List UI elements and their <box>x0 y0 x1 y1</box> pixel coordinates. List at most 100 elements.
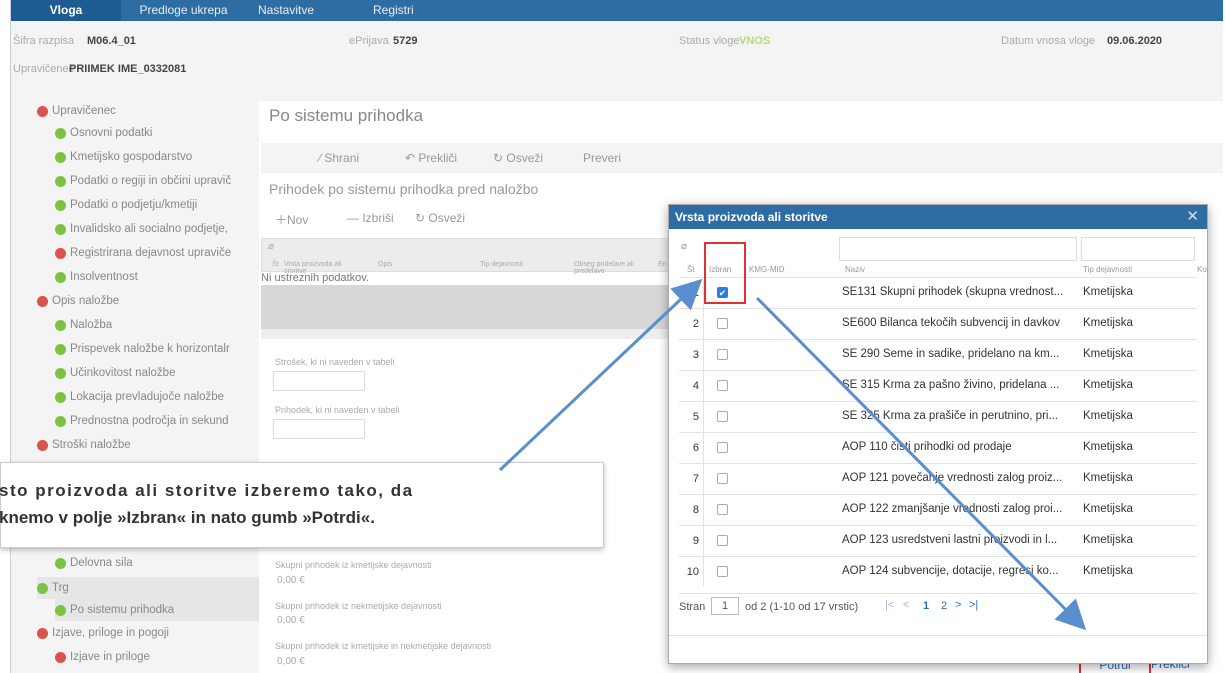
grid-col-st[interactable]: Št <box>272 261 279 268</box>
close-icon[interactable]: ✕ <box>1186 205 1199 229</box>
tab-vloga[interactable]: Vloga <box>11 0 121 21</box>
field-strosek-label: Strošek, ki ni naveden v tabeli <box>275 357 395 367</box>
prev-page-icon[interactable]: < <box>903 599 909 611</box>
grid-col-obseg[interactable]: Obseg pridelave ali predelave <box>574 261 654 275</box>
col-tip[interactable]: Tip dejavnosti <box>1083 265 1132 274</box>
status-ok-icon <box>55 175 66 187</box>
first-page-icon[interactable]: |< <box>885 599 894 611</box>
sidebar-item-ucinkovitost-nalozbe[interactable]: Učinkovitost naložbe <box>55 367 175 379</box>
sidebar-item-insolventnost[interactable]: Insolventnost <box>55 271 138 283</box>
next-page-icon[interactable]: > <box>955 599 961 611</box>
table-row[interactable]: 3 SE 290 Seme in sadike, pridelano na km.… <box>679 339 1197 370</box>
izbran-checkbox[interactable] <box>717 318 728 329</box>
page-number-input[interactable]: 1 <box>711 597 739 615</box>
status-error-icon <box>55 651 66 663</box>
izbran-checkbox[interactable] <box>717 411 728 422</box>
sidebar-item-trg[interactable]: Trg <box>37 577 259 599</box>
status-ok-icon <box>55 151 66 163</box>
table-row[interactable]: 4 SE 315 Krma za pašno živino, pridelana … <box>679 370 1197 401</box>
izbran-highlight-box <box>704 242 746 304</box>
naziv-filter-input[interactable] <box>839 237 1077 261</box>
sum-nekmetijska-label: Skupni prihodek iz nekmetijske dejavnost… <box>275 601 442 611</box>
cancel-button[interactable]: ↶ Prekliči <box>405 151 457 165</box>
validate-button[interactable]: Preveri <box>583 151 621 165</box>
table-row[interactable]: 1 ✔ SE131 Skupni prihodek (skupna vrednost… <box>679 277 1197 308</box>
annotation-callout: sto proizvoda ali storitve izberemo tako… <box>0 462 604 548</box>
field-prihodek-input[interactable] <box>273 419 365 439</box>
grid-header: ⌀ Št Vrsta proizvoda ali storitve Opis T… <box>261 238 671 275</box>
grid-col-enota[interactable]: En <box>658 261 667 268</box>
status-ok-icon <box>55 557 66 569</box>
izbran-checkbox[interactable] <box>717 380 728 391</box>
table-row[interactable]: 10 AOP 124 subvencije, dotacije, regresi … <box>679 556 1197 587</box>
col-kmg-mid[interactable]: KMG-MID <box>749 265 785 274</box>
col-kol[interactable]: Kol <box>1197 265 1207 274</box>
save-button[interactable]: ∕ Shrani <box>319 151 359 165</box>
grid-refresh-button[interactable]: ↻ Osveži <box>415 211 465 225</box>
sidebar-item-izjave-priloge-pogoji[interactable]: Izjave, priloge in pogoji <box>37 627 169 639</box>
sum-kmetijska-value: 0,00 € <box>277 575 305 586</box>
datum-value: 09.06.2020 <box>1107 35 1163 47</box>
sidebar-item-podatki-o-regiji[interactable]: Podatki o regiji in občini upravič <box>55 175 259 187</box>
sidebar-item-upravicenec[interactable]: Upravičenec <box>37 105 116 117</box>
sidebar-item-izjave-in-priloge[interactable]: Izjave in priloge <box>55 651 150 663</box>
sidebar-item-nalozba[interactable]: Naložba <box>55 319 112 331</box>
grid-scrollbar[interactable] <box>261 329 681 339</box>
status-error-icon <box>37 105 48 117</box>
annotation-line-1: sto proizvoda ali storitve izberemo tako… <box>0 481 414 500</box>
col-naziv[interactable]: Naziv <box>845 265 865 274</box>
table-row[interactable]: 2 SE600 Bilanca tekočih subvencij in davk… <box>679 308 1197 339</box>
status-ok-icon <box>37 582 48 594</box>
top-navigation: Vloga Predloge ukrepa Nastavitve razpisa… <box>11 0 1223 38</box>
sidebar-item-kmetijsko-gospodarstvo[interactable]: Kmetijsko gospodarstvo <box>55 151 192 163</box>
delete-button[interactable]: — Izbriši <box>347 211 394 225</box>
status-error-icon <box>37 627 48 639</box>
sidebar-item-registrirana-dejavnost[interactable]: Registrirana dejavnost upraviče <box>55 247 259 259</box>
refresh-icon: ↻ <box>493 151 507 165</box>
sidebar-item-lokacija-nalozbe[interactable]: Lokacija prevladujoče naložbe <box>55 391 224 403</box>
field-strosek-input[interactable] <box>273 371 365 391</box>
pagination: Stran 1 od 2 (1-10 od 17 vrstic) |< < 1 … <box>679 593 1197 619</box>
grid-col-opis[interactable]: Opis <box>378 261 392 268</box>
page-2-link[interactable]: 2 <box>941 600 947 612</box>
sidebar-item-prispevek-nalozbe[interactable]: Prispevek naložbe k horizontalr <box>55 343 259 355</box>
main-toolbar: ∕ Shrani ↶ Prekliči ↻ Osveži Preveri <box>261 143 1223 173</box>
izbran-checkbox[interactable] <box>717 442 728 453</box>
col-st[interactable]: Št <box>687 265 695 274</box>
sidebar-item-osnovni-podatki[interactable]: Osnovni podatki <box>55 127 152 139</box>
izbran-checkbox[interactable] <box>717 349 728 360</box>
new-button[interactable]: ＋Nov <box>275 211 308 228</box>
last-page-icon[interactable]: >| <box>969 599 978 611</box>
refresh-button[interactable]: ↻ Osveži <box>493 151 543 165</box>
izbran-checkbox[interactable] <box>717 535 728 546</box>
sidebar-item-prednostna-podrocja[interactable]: Prednostna področja in sekund <box>55 415 259 427</box>
izbran-checkbox[interactable] <box>717 504 728 515</box>
tip-filter-input[interactable] <box>1081 237 1195 261</box>
table-row[interactable]: 6 AOP 110 čisti prihodki od prodaje Kmetij… <box>679 432 1197 463</box>
page-1-link[interactable]: 1 <box>923 600 929 612</box>
sidebar-item-invalidsko-podjetje[interactable]: Invalidsko ali socialno podjetje, <box>55 223 259 235</box>
table-row[interactable]: 8 AOP 122 zmanjšanje vrednosti zalog proi… <box>679 494 1197 525</box>
status-ok-icon <box>55 199 66 211</box>
izbran-checkbox[interactable] <box>717 566 728 577</box>
tab-predloge-ukrepa[interactable]: Predloge ukrepa <box>121 0 246 21</box>
table-row[interactable]: 7 AOP 121 povečanje vrednosti zalog proiz… <box>679 463 1197 494</box>
tab-nastavitve-razpisa[interactable]: Nastavitve razpisa <box>246 0 361 38</box>
clear-filter-icon[interactable]: ⌀ <box>268 241 274 252</box>
eprijava-value: 5729 <box>393 35 418 47</box>
sidebar-item-stroski-nalozbe[interactable]: Stroški naložbe <box>37 439 131 451</box>
dialog-title: Vrsta proizvoda ali storitve <box>675 210 828 224</box>
table-row[interactable]: 9 AOP 123 usredstveni lastni proizvodi in… <box>679 525 1197 556</box>
page-title: Po sistemu prihodka <box>269 106 424 125</box>
tab-registri[interactable]: Registri <box>361 0 421 21</box>
sidebar-item-delovna-sila[interactable]: Delovna sila <box>55 557 133 569</box>
sidebar-item-opis-nalozbe[interactable]: Opis naložbe <box>37 295 119 307</box>
grid-col-tip[interactable]: Tip dejavnosti <box>480 261 523 268</box>
sum-nekmetijska-value: 0,00 € <box>277 615 305 626</box>
sidebar-item-po-sistemu-prihodka[interactable]: Po sistemu prihodka <box>55 599 259 621</box>
table-row[interactable]: 5 SE 325 Krma za prašiče in perutnino, pr… <box>679 401 1197 432</box>
eprijava-label: ePrijava <box>349 35 389 47</box>
sidebar-item-podatki-o-podjetju[interactable]: Podatki o podjetju/kmetiji <box>55 199 259 211</box>
izbran-checkbox[interactable] <box>717 473 728 484</box>
clear-filter-icon[interactable]: ⌀ <box>681 241 687 252</box>
